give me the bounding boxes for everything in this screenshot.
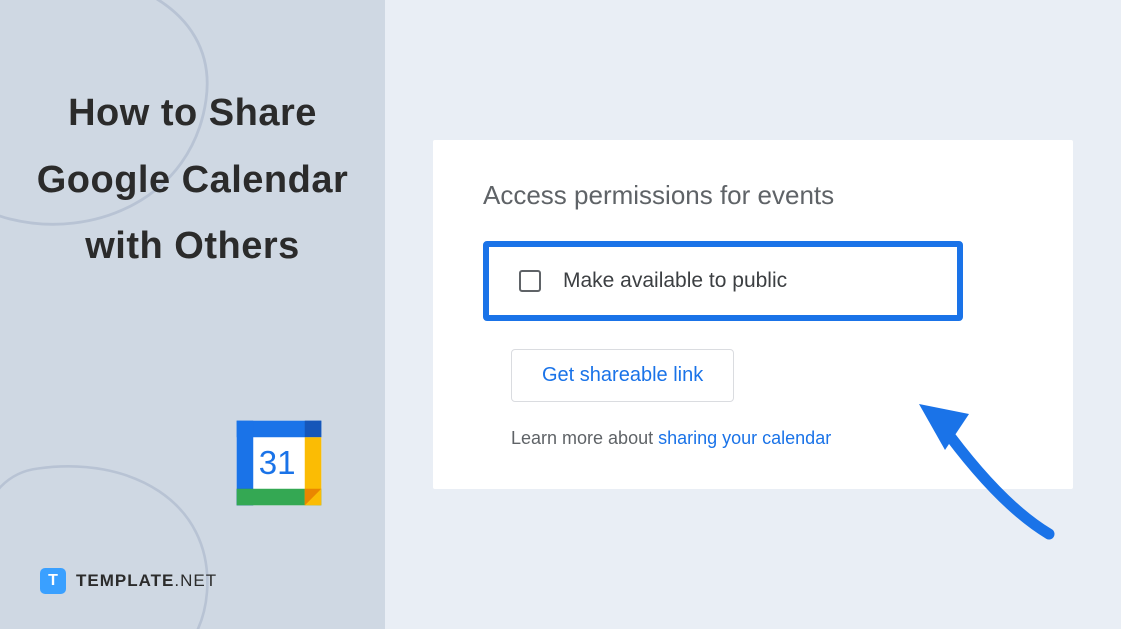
section-title: Access permissions for events (483, 180, 1053, 211)
left-panel: How to Share Google Calendar with Others… (0, 0, 385, 629)
tutorial-title: How to Share Google Calendar with Others (30, 80, 355, 280)
learn-more-text: Learn more about sharing your calendar (511, 428, 1053, 449)
sharing-calendar-link[interactable]: sharing your calendar (658, 428, 831, 448)
svg-text:31: 31 (259, 445, 296, 482)
brand-icon: T (40, 568, 66, 594)
annotation-arrow-icon (909, 384, 1079, 554)
right-panel: Access permissions for events Make avail… (385, 0, 1121, 629)
decorative-blob-bottom (0, 449, 220, 629)
brand-text: TEMPLATE.NET (76, 571, 217, 591)
brand-logo: T TEMPLATE.NET (40, 568, 217, 594)
make-public-row-highlight: Make available to public (483, 241, 963, 321)
make-public-label: Make available to public (563, 269, 787, 293)
get-shareable-link-button[interactable]: Get shareable link (511, 349, 734, 402)
make-public-checkbox[interactable] (519, 270, 541, 292)
settings-card: Access permissions for events Make avail… (433, 140, 1073, 489)
google-calendar-icon: 31 (233, 417, 325, 509)
